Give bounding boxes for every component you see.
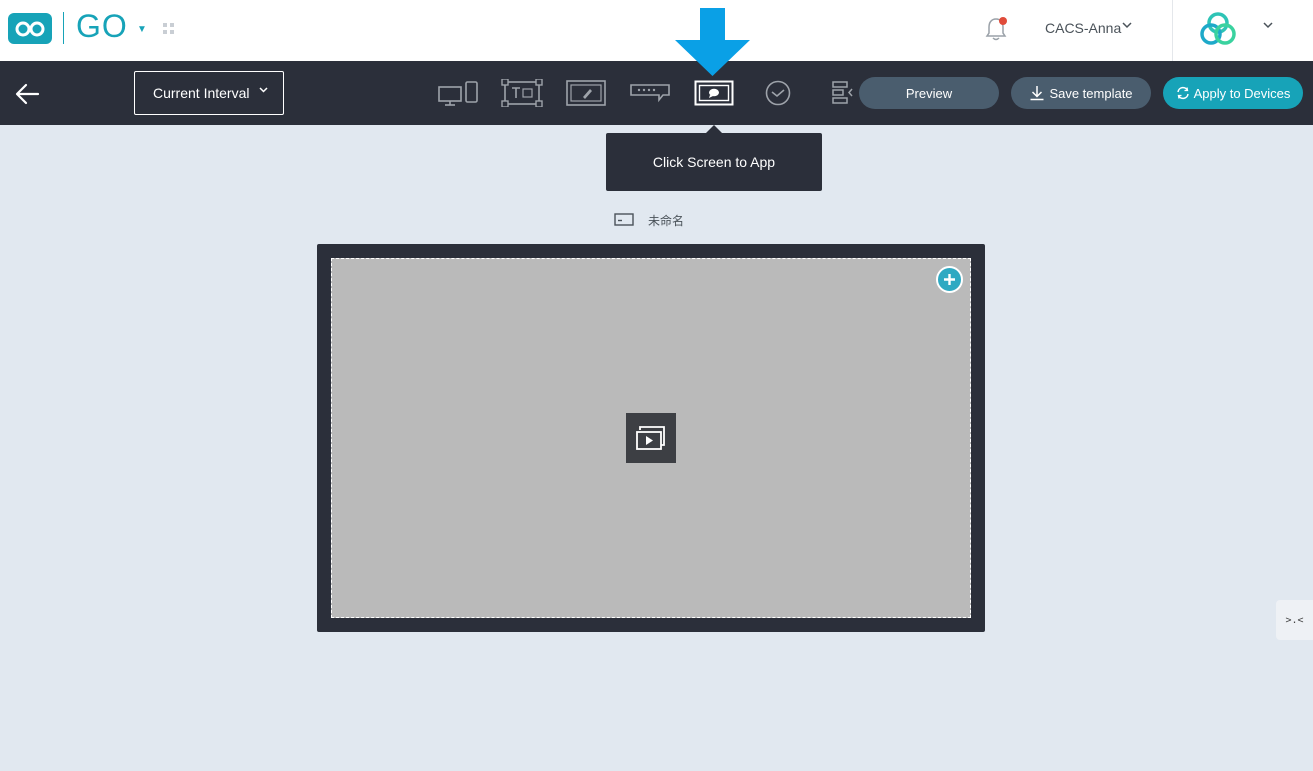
tooltip-pointer: [706, 125, 722, 133]
app-switch-caret-icon[interactable]: ▼: [137, 24, 147, 35]
screen-icon: [614, 213, 634, 226]
screen-canvas-frame: [317, 244, 985, 632]
align-icon: [832, 81, 853, 104]
back-arrow-icon[interactable]: [14, 81, 42, 107]
screen-name[interactable]: 未命名: [648, 212, 684, 229]
logo-divider: [63, 12, 64, 44]
tool-tooltip: Click Screen to App: [606, 133, 822, 191]
apply-to-devices-label: Apply to Devices: [1193, 85, 1291, 101]
tool-align[interactable]: [826, 75, 856, 111]
save-template-button[interactable]: Save template: [1011, 77, 1151, 109]
chevron-down-icon[interactable]: [1262, 19, 1274, 31]
text-frame-icon: [501, 79, 543, 107]
header-divider: [1172, 0, 1173, 61]
slideshow-play-icon: [636, 426, 665, 450]
tool-text[interactable]: [500, 75, 544, 111]
app-logo[interactable]: [8, 13, 52, 44]
apps-grid-icon[interactable]: [163, 23, 175, 35]
ticker-bubble-icon: [630, 84, 670, 103]
tool-draw[interactable]: [564, 75, 608, 111]
preview-button[interactable]: Preview: [859, 77, 999, 109]
tool-clock[interactable]: [756, 75, 800, 111]
tool-devices[interactable]: [436, 75, 480, 111]
monitor-phone-icon: [438, 81, 478, 106]
clock-icon: [765, 80, 791, 106]
infinity-icon: [15, 21, 45, 36]
save-template-label: Save template: [1049, 85, 1133, 101]
sync-icon: [1176, 86, 1189, 100]
media-placeholder[interactable]: [626, 413, 676, 463]
tool-ticker[interactable]: [628, 75, 672, 111]
user-name[interactable]: CACS-Anna: [1045, 20, 1121, 36]
chevron-down-icon[interactable]: [1121, 19, 1133, 31]
chevron-down-icon: [259, 87, 268, 93]
add-zone-button[interactable]: [936, 266, 963, 293]
app-name[interactable]: GO: [76, 8, 128, 45]
side-widget-tab[interactable]: >.<: [1276, 600, 1313, 640]
editor-toolbar: Current Interval Preview Save template A…: [0, 61, 1313, 125]
pen-frame-icon: [566, 80, 606, 106]
notification-bell-icon[interactable]: [984, 16, 1008, 42]
top-header: GO ▼ CACS-Anna: [0, 0, 1313, 61]
screen-message-icon: [694, 80, 734, 106]
download-icon: [1030, 86, 1044, 101]
plus-icon: [944, 274, 955, 285]
interval-dropdown[interactable]: Current Interval: [134, 71, 284, 115]
brand-rings-icon[interactable]: [1198, 11, 1238, 47]
screen-drop-zone[interactable]: [331, 258, 971, 618]
tool-screen[interactable]: [692, 75, 736, 111]
pointer-arrow-icon: [675, 8, 750, 76]
apply-to-devices-button[interactable]: Apply to Devices: [1163, 77, 1303, 109]
interval-label: Current Interval: [153, 85, 250, 101]
side-tab-label: >.<: [1285, 614, 1304, 626]
